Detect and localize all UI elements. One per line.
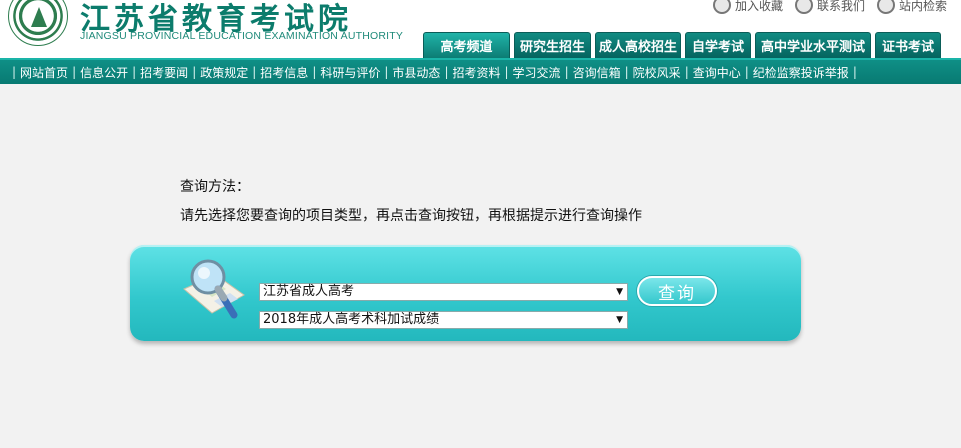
search-icon bbox=[876, 0, 895, 14]
logo-seal-icon[interactable] bbox=[8, 0, 68, 46]
nav-item-home[interactable]: 网站首页 bbox=[20, 64, 68, 81]
nav-item-materials[interactable]: 招考资料 bbox=[452, 64, 500, 81]
query-panel: 江苏省成人高考 ▼ 2018年成人高考术科加试成绩 ▼ 查询 bbox=[130, 245, 801, 341]
site-search-label: 站内检索 bbox=[898, 0, 947, 13]
tab-adult-college[interactable]: 成人高校招生 bbox=[595, 32, 681, 58]
top-links: 加入收藏 联系我们 站内检索 bbox=[712, 0, 947, 14]
site-search-link[interactable]: 站内检索 bbox=[876, 0, 947, 14]
method-title: 查询方法： bbox=[180, 179, 250, 195]
query-button[interactable]: 查询 bbox=[637, 276, 717, 306]
nav-item-mailbox[interactable]: 咨询信箱 bbox=[573, 64, 621, 81]
tab-certificate-exam[interactable]: 证书考试 bbox=[875, 32, 941, 58]
favorite-icon bbox=[712, 0, 731, 14]
nav-item-exam-info[interactable]: 招考信息 bbox=[260, 64, 308, 81]
chevron-down-icon: ▼ bbox=[616, 287, 623, 297]
project-type-value: 江苏省成人高考 bbox=[263, 284, 355, 299]
project-type-select[interactable]: 江苏省成人高考 ▼ bbox=[259, 283, 628, 301]
map-magnifier-icon bbox=[183, 259, 245, 319]
nav-item-learning[interactable]: 学习交流 bbox=[513, 64, 561, 81]
nav-item-city-news[interactable]: 市县动态 bbox=[392, 64, 440, 81]
nav-item-news[interactable]: 招考要闻 bbox=[140, 64, 188, 81]
chevron-down-icon: ▼ bbox=[616, 315, 623, 325]
add-favorite-link[interactable]: 加入收藏 bbox=[712, 0, 783, 14]
nav-item-policy[interactable]: 政策规定 bbox=[200, 64, 248, 81]
query-item-select[interactable]: 2018年成人高考术科加试成绩 ▼ bbox=[259, 311, 628, 329]
add-favorite-label: 加入收藏 bbox=[734, 0, 783, 13]
tab-academic-level-test[interactable]: 高中学业水平测试 bbox=[755, 32, 871, 58]
contact-icon bbox=[794, 0, 813, 14]
tab-self-study[interactable]: 自学考试 bbox=[685, 32, 751, 58]
main-nav: | 网站首页 | 信息公开 | 招考要闻 | 政策规定 | 招考信息 | 科研与… bbox=[0, 58, 961, 84]
contact-us-link[interactable]: 联系我们 bbox=[794, 0, 865, 14]
site-header: 江苏省教育考试院 JIANGSU PROVINCIAL EDUCATION EX… bbox=[0, 0, 961, 58]
site-subtitle: JIANGSU PROVINCIAL EDUCATION EXAMINATION… bbox=[80, 30, 404, 42]
nav-item-complaints[interactable]: 纪检监察投诉举报 bbox=[753, 64, 849, 81]
nav-item-query-center[interactable]: 查询中心 bbox=[693, 64, 741, 81]
tab-gaokao[interactable]: 高考频道 bbox=[423, 32, 510, 58]
nav-item-colleges[interactable]: 院校风采 bbox=[633, 64, 681, 81]
nav-item-research[interactable]: 科研与评价 bbox=[320, 64, 380, 81]
tab-graduate[interactable]: 研究生招生 bbox=[514, 32, 591, 58]
query-item-value: 2018年成人高考术科加试成绩 bbox=[263, 312, 440, 327]
channel-tabs: 高考频道 研究生招生 成人高校招生 自学考试 高中学业水平测试 证书考试 bbox=[423, 32, 941, 58]
contact-us-label: 联系我们 bbox=[816, 0, 865, 13]
method-text: 请先选择您要查询的项目类型，再点击查询按钮，再根据提示进行查询操作 bbox=[180, 208, 642, 224]
nav-item-info-public[interactable]: 信息公开 bbox=[80, 64, 128, 81]
